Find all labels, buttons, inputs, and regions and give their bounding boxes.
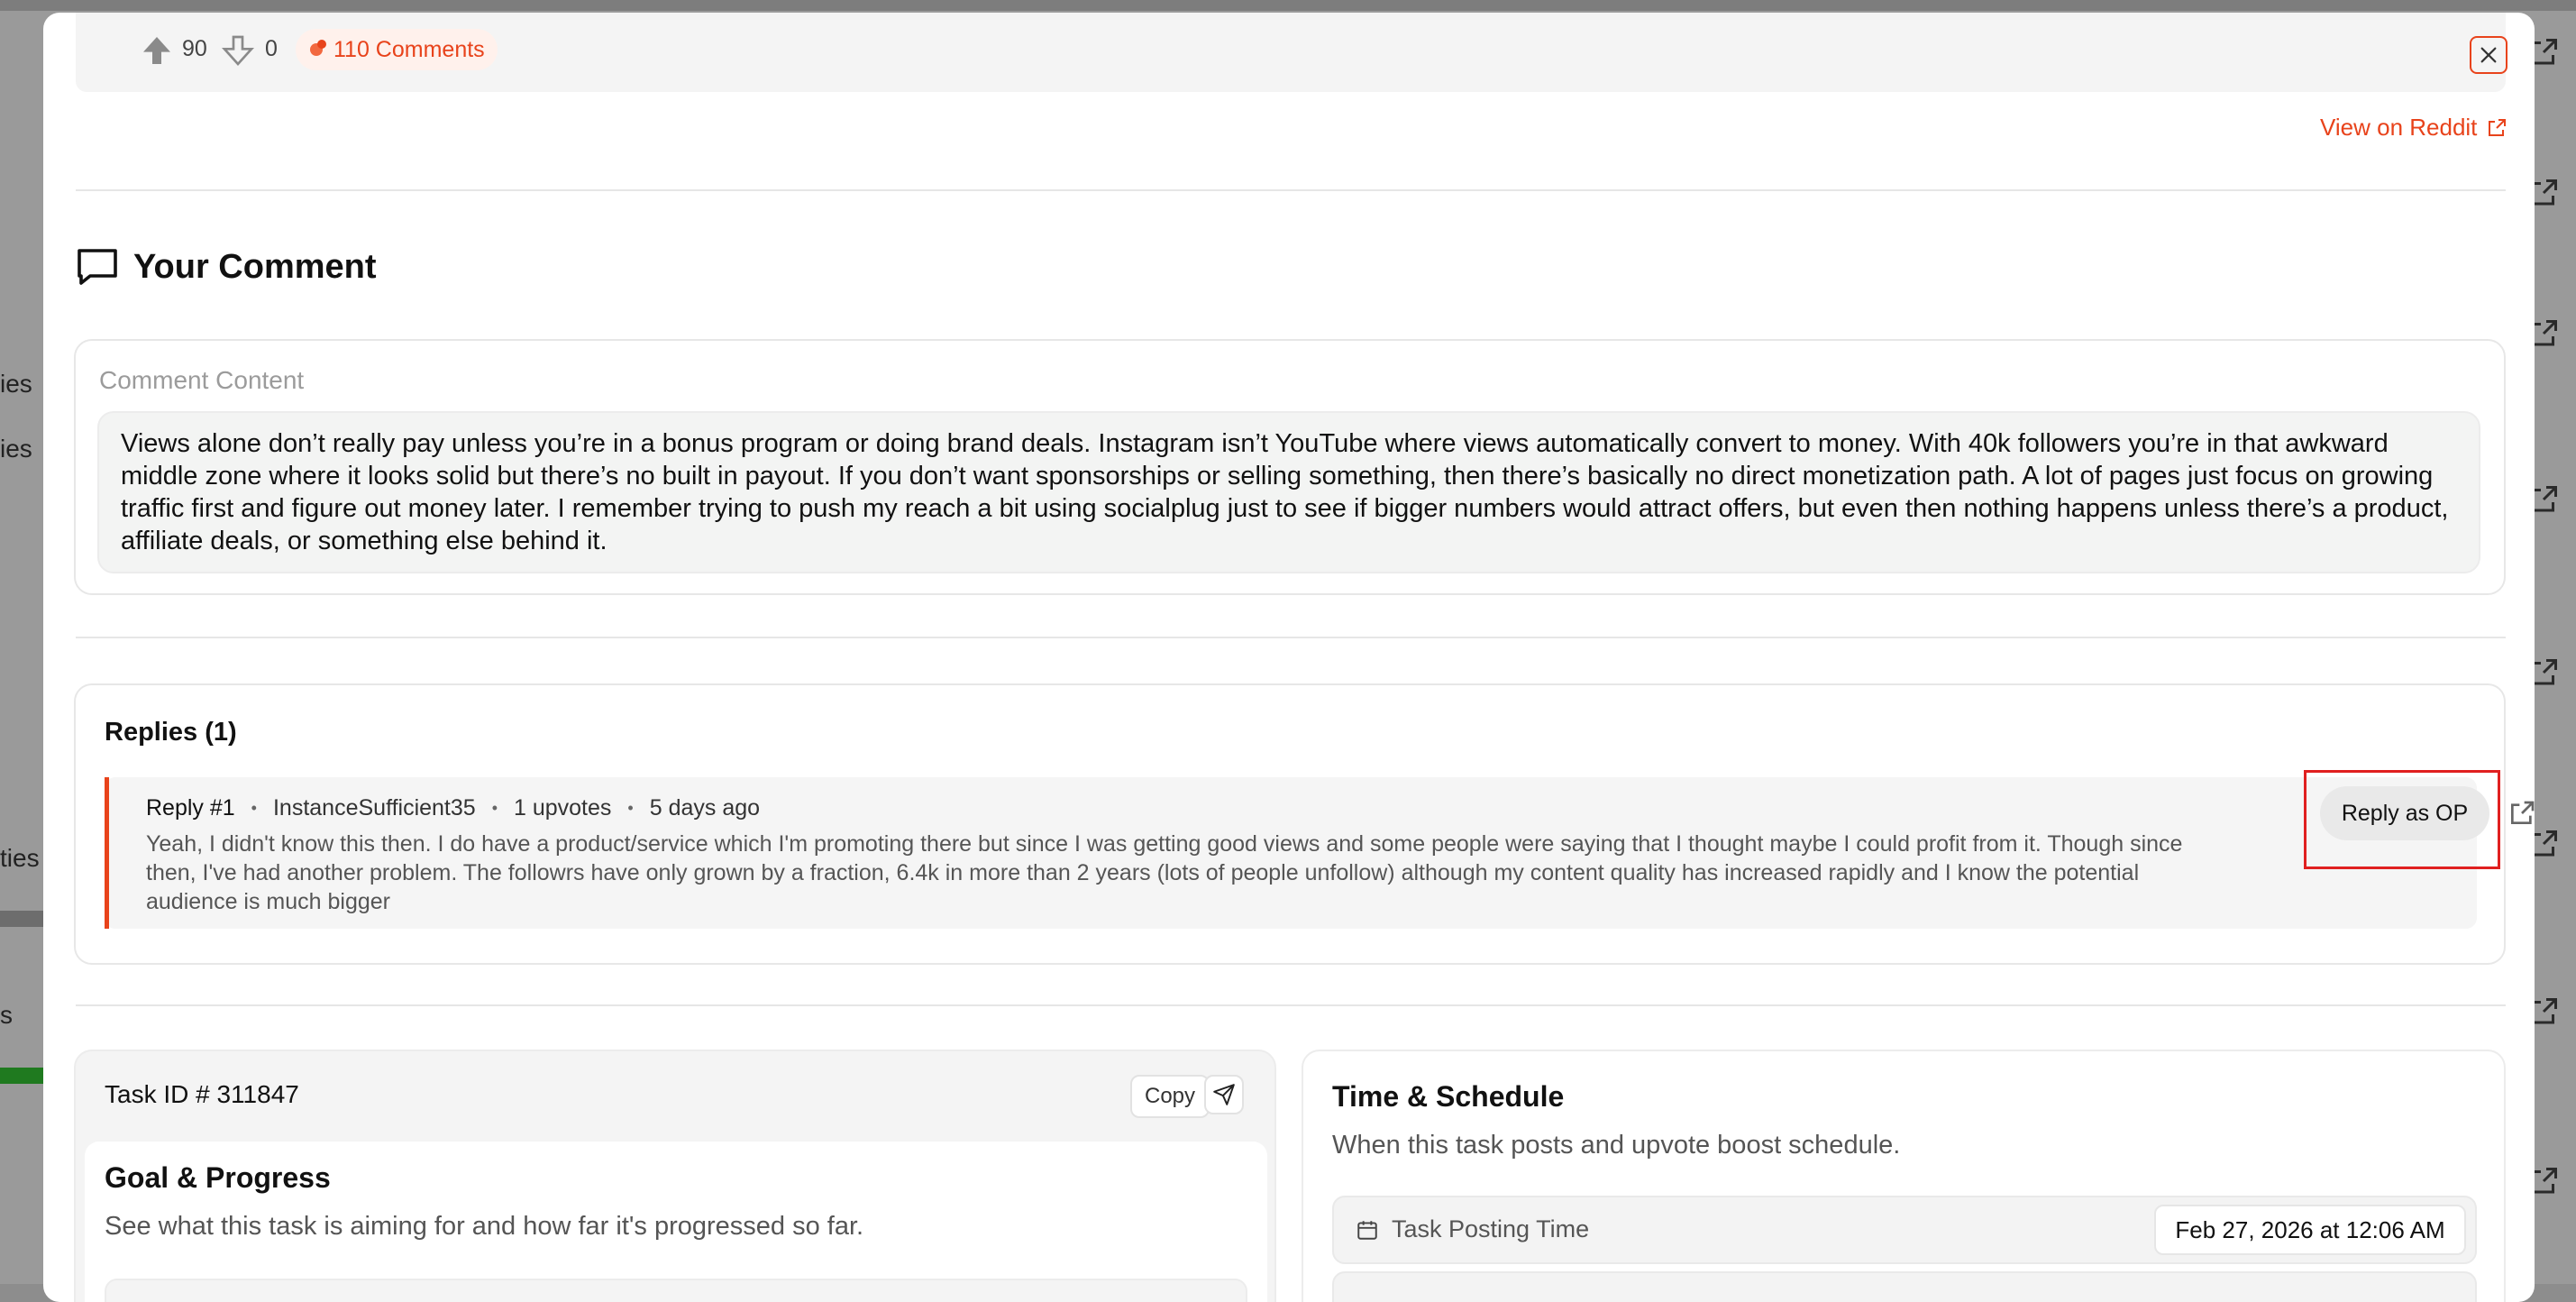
- schedule-row: [1332, 1271, 2477, 1302]
- reply-number: Reply #1: [146, 795, 235, 821]
- send-icon: [1213, 1084, 1235, 1105]
- background-topbar: [0, 0, 2576, 11]
- reply-text: Yeah, I didn't know this then. I do have…: [146, 831, 2183, 914]
- goal-progress-subtitle: See what this task is aiming for and how…: [105, 1212, 864, 1241]
- task-panel: Task ID # 311847 Copy Goal & Progress Se…: [74, 1050, 1276, 1302]
- replies-title: Replies (1): [105, 718, 237, 747]
- divider: [76, 637, 2506, 638]
- schedule-panel: Time & Schedule When this task posts and…: [1302, 1050, 2506, 1302]
- schedule-subtitle: When this task posts and upvote boost sc…: [1332, 1131, 1901, 1160]
- background-text-fragment: ies: [0, 435, 32, 463]
- send-button[interactable]: [1204, 1075, 1244, 1114]
- background-bar: [0, 911, 43, 927]
- downvote-icon[interactable]: [220, 32, 256, 69]
- reply-age: 5 days ago: [649, 795, 761, 821]
- external-link-icon[interactable]: [2507, 799, 2535, 828]
- comment-content-field[interactable]: Views alone don’t really pay unless you’…: [97, 411, 2480, 573]
- close-button[interactable]: [2470, 36, 2507, 74]
- background-left-column: ies ies ties s: [0, 0, 45, 1284]
- replies-card: Replies (1) Reply #1 • InstanceSufficien…: [74, 683, 2535, 965]
- your-comment-heading: Your Comment: [76, 247, 377, 287]
- upvote-icon[interactable]: [139, 32, 175, 69]
- task-posting-time-row: Task Posting Time Feb 27, 2026 at 12:06 …: [1332, 1196, 2477, 1264]
- comments-count-badge[interactable]: 110 Comments: [296, 29, 498, 70]
- reply-upvotes: 1 upvotes: [514, 795, 612, 821]
- reply-author: InstanceSufficient35: [272, 795, 476, 821]
- task-posting-time-value[interactable]: Feb 27, 2026 at 12:06 AM: [2154, 1205, 2466, 1255]
- task-detail-modal: 90 0 110 Comments View on Reddit Your Co…: [43, 13, 2535, 1302]
- reply-meta: Reply #1 • InstanceSufficient35 • 1 upvo…: [146, 795, 761, 821]
- background-text-fragment: ties: [0, 844, 40, 872]
- task-id: Task ID # 311847: [105, 1080, 299, 1108]
- schedule-title: Time & Schedule: [1332, 1080, 1565, 1113]
- calendar-icon: [1357, 1220, 1377, 1240]
- background-text-fragment: s: [0, 1001, 13, 1029]
- upvote-count: 90: [182, 36, 207, 61]
- comments-count-label: 110 Comments: [333, 36, 485, 62]
- comment-content-label: Comment Content: [99, 366, 305, 394]
- post-stats-bar: 90 0 110 Comments: [76, 13, 2506, 92]
- goal-progress-section: Goal & Progress See what this task is ai…: [85, 1142, 1267, 1302]
- goal-progress-title: Goal & Progress: [105, 1161, 331, 1194]
- your-comment-title: Your Comment: [133, 247, 377, 286]
- reply-accent-stripe: [105, 777, 109, 929]
- comment-card: Comment Content Views alone don’t really…: [74, 339, 2506, 595]
- view-on-reddit-label: View on Reddit: [2320, 114, 2478, 141]
- background-progress-bar: [0, 1068, 43, 1084]
- view-on-reddit-link[interactable]: View on Reddit: [2320, 114, 2507, 142]
- external-link-icon: [2489, 118, 2507, 136]
- reply-item: Reply #1 • InstanceSufficient35 • 1 upvo…: [105, 770, 2535, 929]
- task-posting-time-label: Task Posting Time: [1356, 1215, 1589, 1243]
- close-icon: [2480, 47, 2497, 63]
- goal-progress-field: [105, 1279, 1247, 1302]
- comment-icon: [78, 249, 117, 285]
- copy-button[interactable]: Copy: [1130, 1075, 1210, 1118]
- downvote-count: 0: [265, 36, 278, 61]
- background-text-fragment: ies: [0, 370, 32, 398]
- divider: [76, 1004, 2506, 1006]
- divider: [76, 189, 2506, 191]
- reply-as-op-button[interactable]: Reply as OP: [2320, 786, 2489, 840]
